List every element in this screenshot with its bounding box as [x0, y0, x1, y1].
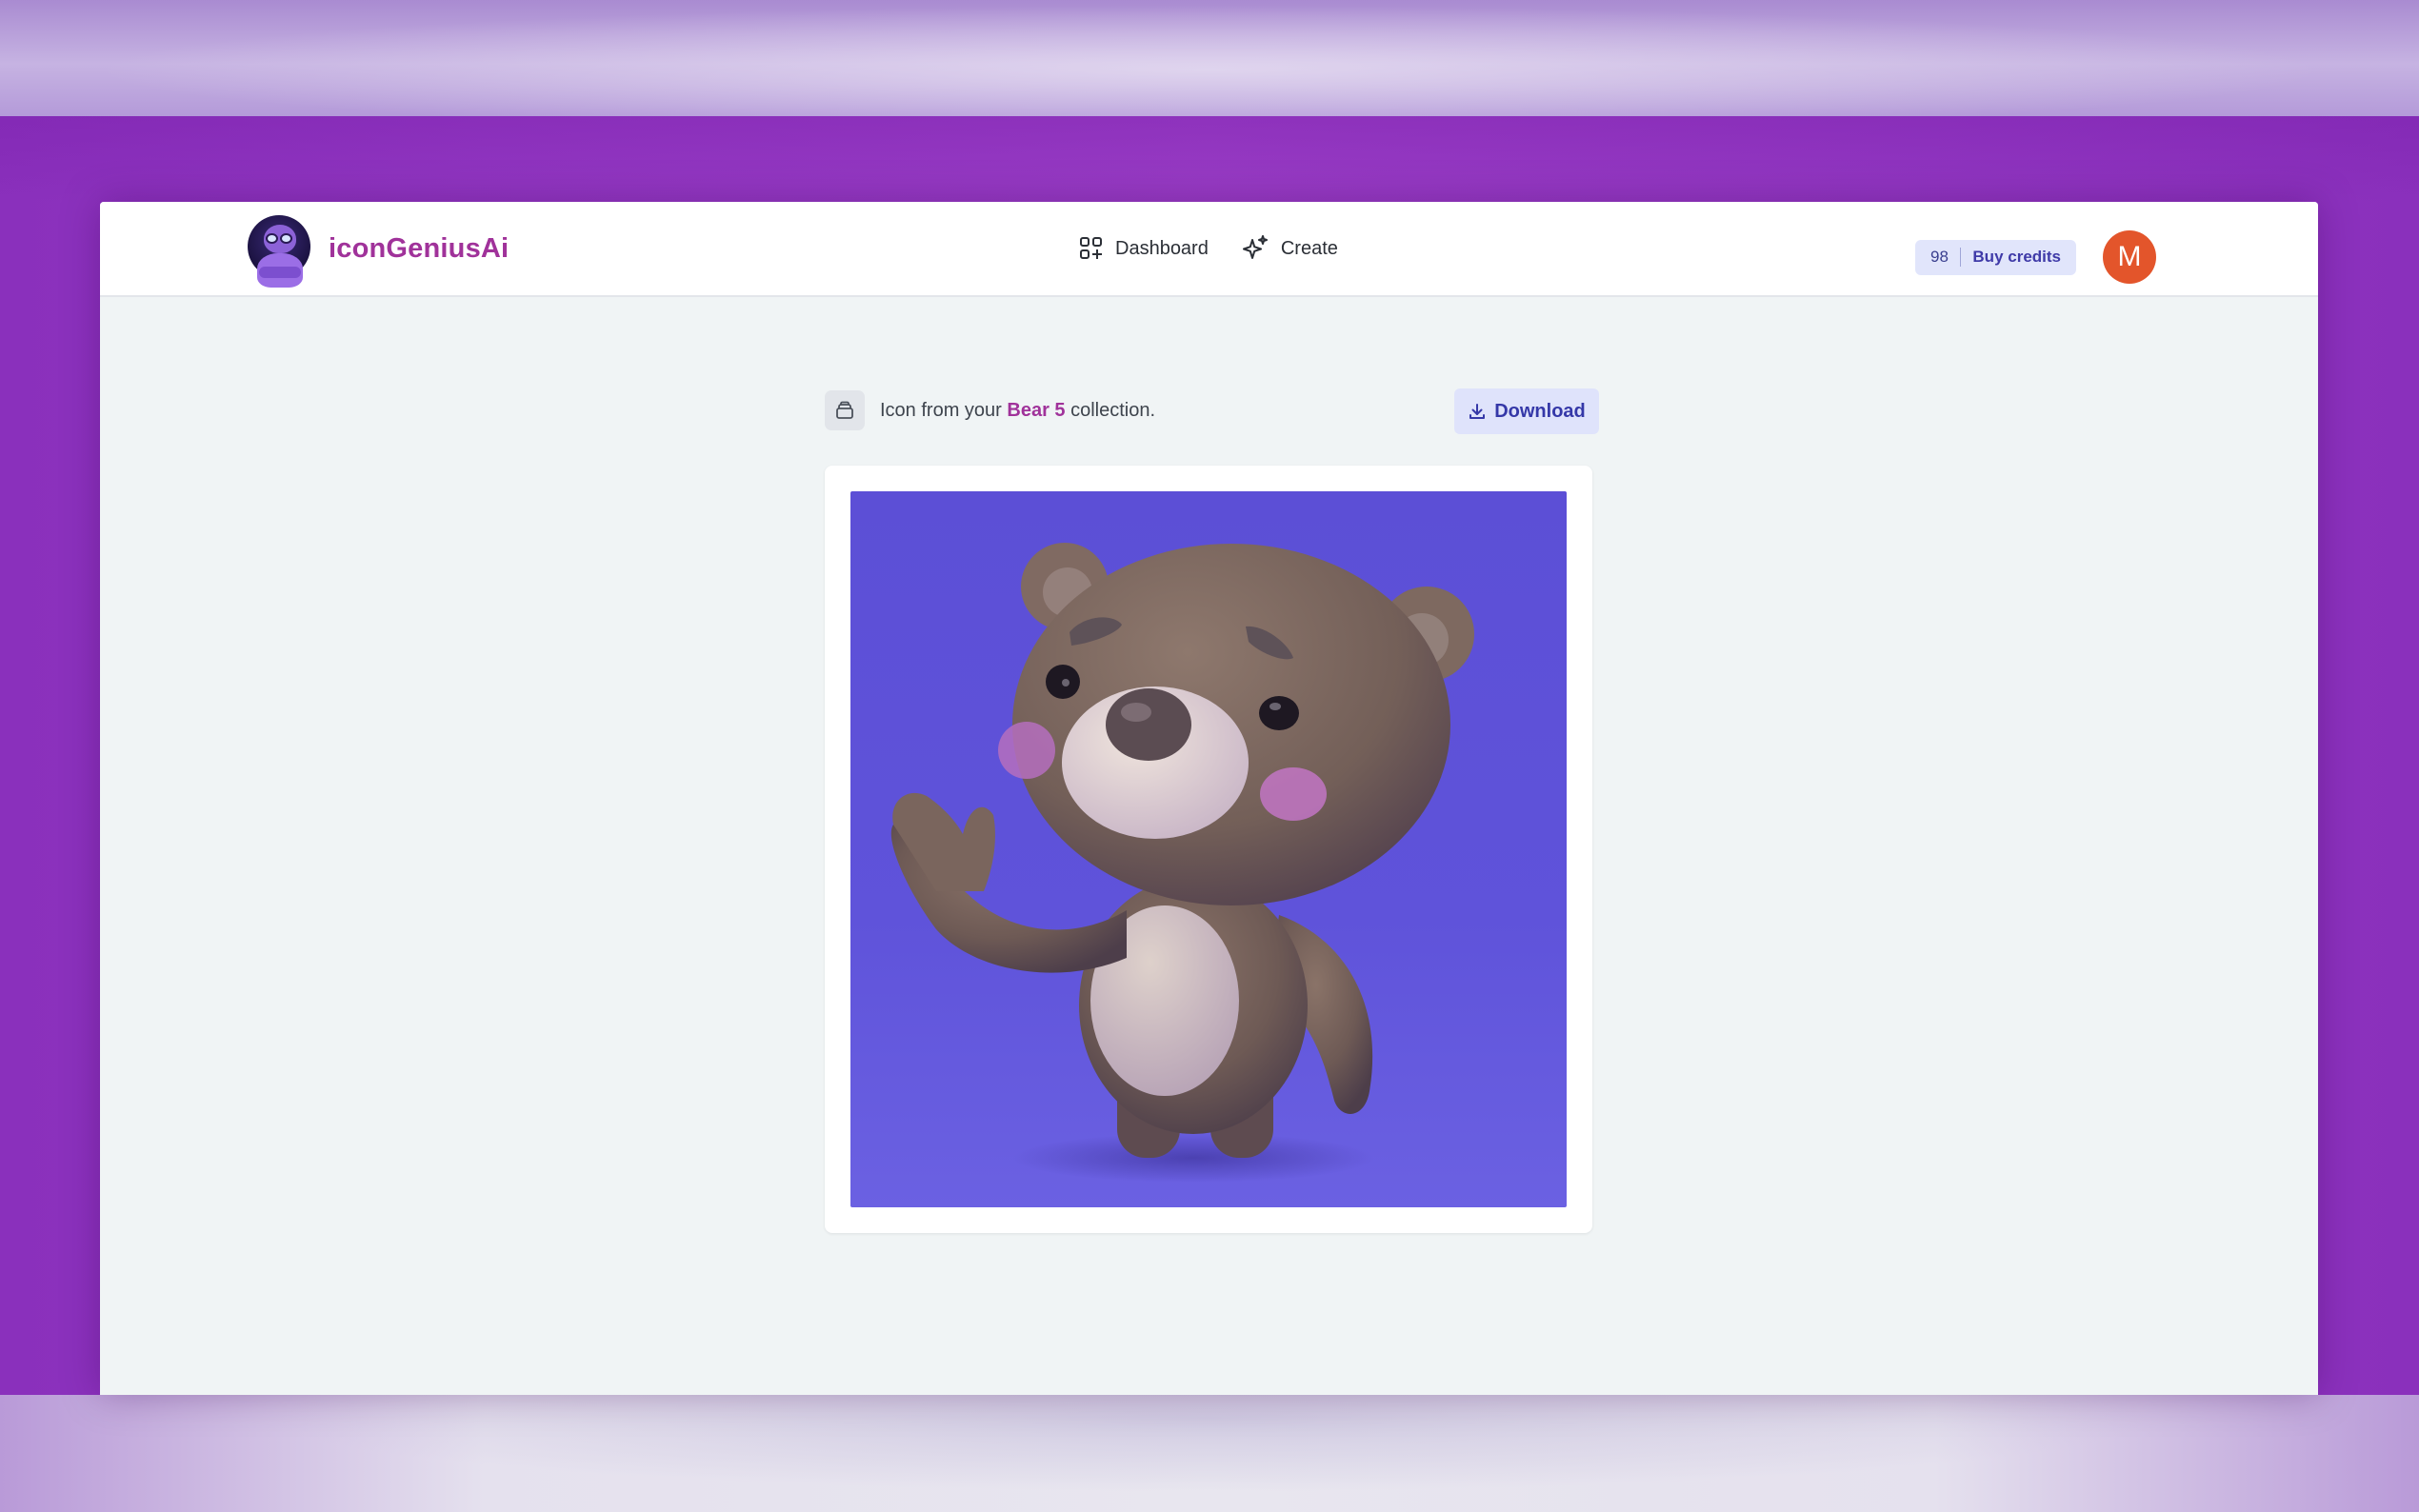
download-icon	[1469, 404, 1486, 419]
download-button[interactable]: Download	[1454, 388, 1599, 434]
brand-logo	[248, 215, 312, 288]
backdrop-top	[0, 0, 2419, 116]
buy-credits-button[interactable]: Buy credits	[1972, 248, 2061, 267]
generated-icon-image[interactable]	[850, 491, 1567, 1207]
credits-count: 98	[1929, 248, 1949, 266]
credits-divider	[1959, 248, 1962, 267]
nav-dashboard[interactable]: Dashboard	[1079, 236, 1209, 261]
user-avatar[interactable]: M	[2103, 230, 2156, 284]
nav-dashboard-label: Dashboard	[1115, 237, 1209, 259]
collection-icon-box	[825, 390, 865, 430]
main-nav: Dashboard Create	[1079, 202, 1370, 295]
icon-preview-card	[825, 466, 1592, 1233]
nav-create-label: Create	[1280, 237, 1338, 259]
account-area: 98 Buy credits M	[1914, 230, 2156, 284]
credits-badge[interactable]: 98 Buy credits	[1914, 239, 2076, 275]
app-window: iconGeniusAi Dashboard Create 98 Buy cre…	[100, 202, 2318, 1395]
caption-suffix: collection.	[1065, 400, 1156, 421]
download-label: Download	[1494, 400, 1586, 422]
stack-icon	[836, 401, 853, 419]
brand[interactable]: iconGeniusAi	[248, 215, 510, 288]
icon-info-bar: Icon from your Bear 5 collection. Downlo…	[825, 388, 1599, 434]
sparkles-icon	[1242, 235, 1268, 259]
bear-illustration	[890, 543, 1474, 1183]
dashboard-grid-icon	[1080, 237, 1102, 259]
nav-create[interactable]: Create	[1241, 234, 1338, 263]
brand-name: iconGeniusAi	[329, 232, 510, 264]
backdrop-bottom	[0, 1395, 2419, 1512]
collection-caption: Icon from your Bear 5 collection.	[880, 400, 1155, 422]
collection-link[interactable]: Bear 5	[1007, 400, 1065, 421]
top-navbar: iconGeniusAi Dashboard Create 98 Buy cre…	[100, 202, 2318, 297]
caption-prefix: Icon from your	[880, 400, 1008, 421]
